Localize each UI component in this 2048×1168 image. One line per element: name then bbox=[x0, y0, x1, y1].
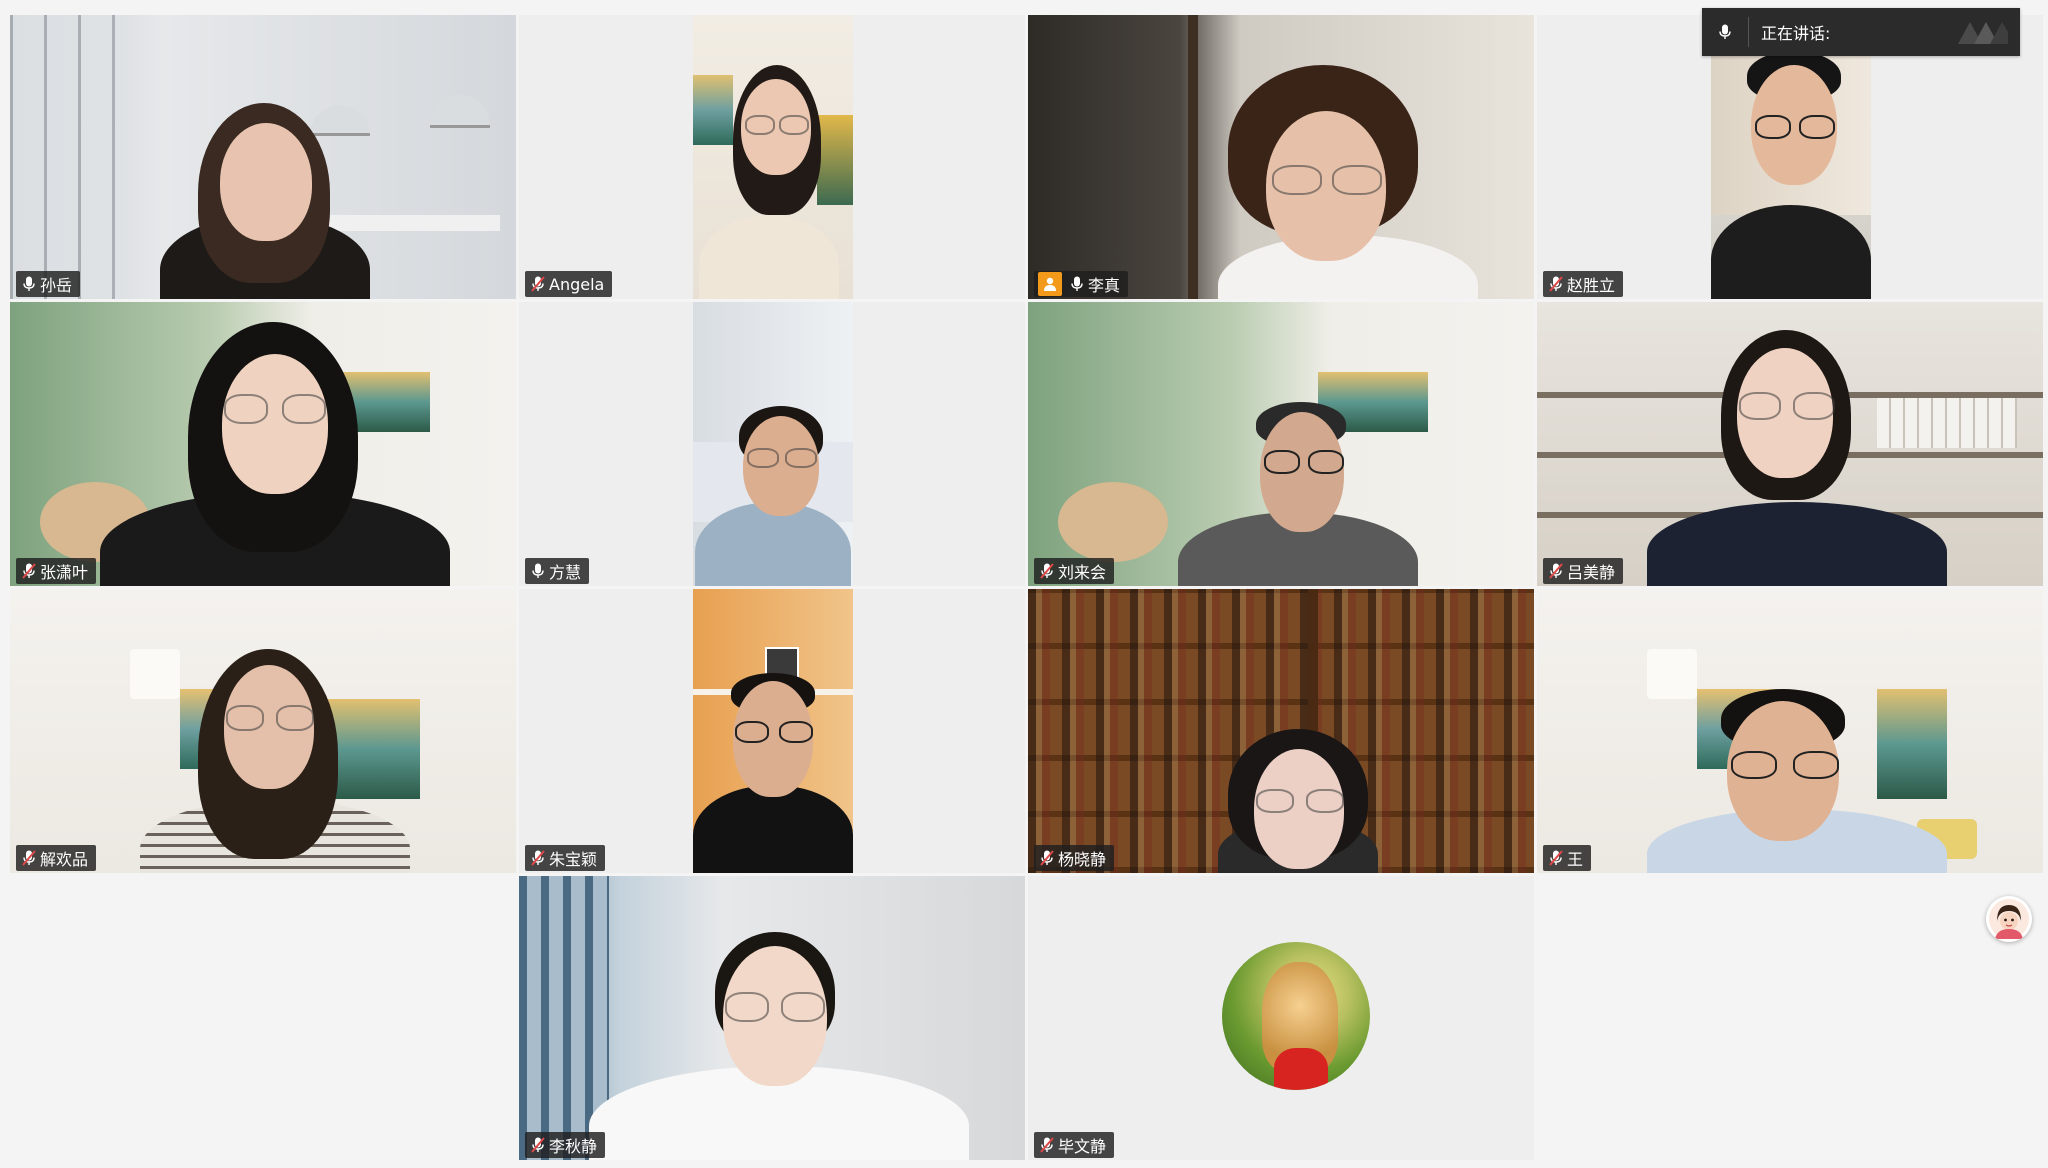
microphone-icon bbox=[1070, 276, 1084, 292]
participant-tile[interactable]: 李秋静 bbox=[519, 876, 1025, 1160]
participant-nametag: Angela bbox=[525, 271, 613, 297]
participant-name: Angela bbox=[549, 274, 605, 294]
avatar-placeholder bbox=[1028, 876, 1534, 1160]
video-feed bbox=[10, 589, 516, 873]
participant-tile[interactable]: 赵胜立 bbox=[1537, 15, 2043, 299]
speaking-label: 正在讲话: bbox=[1761, 24, 1831, 43]
participant-nametag: 杨晓静 bbox=[1034, 845, 1115, 871]
microphone-muted-icon bbox=[531, 276, 545, 292]
participant-nametag: 刘来会 bbox=[1034, 558, 1115, 584]
video-feed bbox=[1028, 589, 1534, 873]
participant-tile[interactable]: 杨晓静 bbox=[1028, 589, 1534, 873]
microphone-muted-icon bbox=[1040, 850, 1054, 866]
microphone-muted-icon bbox=[531, 1137, 545, 1153]
participant-tile[interactable]: Angela bbox=[519, 15, 1025, 299]
participant-tile[interactable]: 张潇叶 bbox=[10, 302, 516, 586]
participant-name: 杨晓静 bbox=[1058, 850, 1107, 869]
microphone-icon bbox=[1702, 17, 1749, 47]
microphone-muted-icon bbox=[1549, 850, 1563, 866]
participant-tile[interactable]: 王 bbox=[1537, 589, 2043, 873]
video-feed bbox=[1537, 589, 2043, 873]
participant-name: 吕美静 bbox=[1567, 563, 1616, 582]
video-feed bbox=[519, 15, 1025, 299]
video-feed bbox=[1028, 302, 1534, 586]
microphone-icon bbox=[531, 563, 545, 579]
participant-tile[interactable]: 刘来会 bbox=[1028, 302, 1534, 586]
video-feed bbox=[519, 589, 1025, 873]
microphone-muted-icon bbox=[531, 850, 545, 866]
video-feed bbox=[1537, 15, 2043, 299]
participant-nametag: 李真 bbox=[1034, 271, 1129, 297]
participant-tile[interactable]: 解欢品 bbox=[10, 589, 516, 873]
video-feed bbox=[519, 876, 1025, 1160]
participant-tile[interactable]: 毕文静 bbox=[1028, 876, 1534, 1160]
participant-name: 毕文静 bbox=[1058, 1137, 1107, 1156]
participant-name: 朱宝颖 bbox=[549, 850, 598, 869]
microphone-muted-icon bbox=[1549, 563, 1563, 579]
video-feed bbox=[1537, 302, 2043, 586]
avatar-icon bbox=[1989, 899, 2029, 939]
active-speaker-indicator[interactable]: 正在讲话: bbox=[1702, 8, 2020, 56]
participant-name: 李真 bbox=[1088, 276, 1121, 295]
microphone-muted-icon bbox=[1040, 1137, 1054, 1153]
host-badge-icon bbox=[1038, 272, 1062, 296]
participant-name: 李秋静 bbox=[549, 1137, 598, 1156]
avatar bbox=[1222, 942, 1370, 1090]
participant-name: 孙岳 bbox=[40, 276, 73, 295]
participant-nametag: 张潇叶 bbox=[16, 558, 97, 584]
participant-tile[interactable]: 孙岳 bbox=[10, 15, 516, 299]
participant-name: 张潇叶 bbox=[40, 563, 89, 582]
participant-name: 解欢品 bbox=[40, 850, 89, 869]
microphone-icon bbox=[22, 276, 36, 292]
participant-tile[interactable]: 吕美静 bbox=[1537, 302, 2043, 586]
participant-nametag: 解欢品 bbox=[16, 845, 97, 871]
microphone-muted-icon bbox=[22, 563, 36, 579]
video-feed bbox=[10, 302, 516, 586]
participant-nametag: 赵胜立 bbox=[1543, 271, 1624, 297]
video-feed bbox=[1028, 15, 1534, 299]
participant-nametag: 方慧 bbox=[525, 558, 590, 584]
participant-name: 方慧 bbox=[549, 563, 582, 582]
participant-nametag: 李秋静 bbox=[525, 1132, 606, 1158]
participant-nametag: 朱宝颖 bbox=[525, 845, 606, 871]
participant-name: 刘来会 bbox=[1058, 563, 1107, 582]
participant-nametag: 孙岳 bbox=[16, 271, 81, 297]
video-feed bbox=[10, 15, 516, 299]
participant-name: 王 bbox=[1567, 850, 1584, 869]
video-feed bbox=[519, 302, 1025, 586]
participant-tile[interactable]: 李真 bbox=[1028, 15, 1534, 299]
participant-nametag: 王 bbox=[1543, 845, 1592, 871]
microphone-muted-icon bbox=[22, 850, 36, 866]
participant-tile[interactable]: 朱宝颖 bbox=[519, 589, 1025, 873]
microphone-muted-icon bbox=[1549, 276, 1563, 292]
participant-name: 赵胜立 bbox=[1567, 276, 1616, 295]
assistant-avatar-button[interactable] bbox=[1986, 896, 2032, 942]
participant-nametag: 吕美静 bbox=[1543, 558, 1624, 584]
participant-tile[interactable]: 方慧 bbox=[519, 302, 1025, 586]
expand-icon[interactable] bbox=[1954, 18, 2010, 46]
participant-nametag: 毕文静 bbox=[1034, 1132, 1115, 1158]
microphone-muted-icon bbox=[1040, 563, 1054, 579]
